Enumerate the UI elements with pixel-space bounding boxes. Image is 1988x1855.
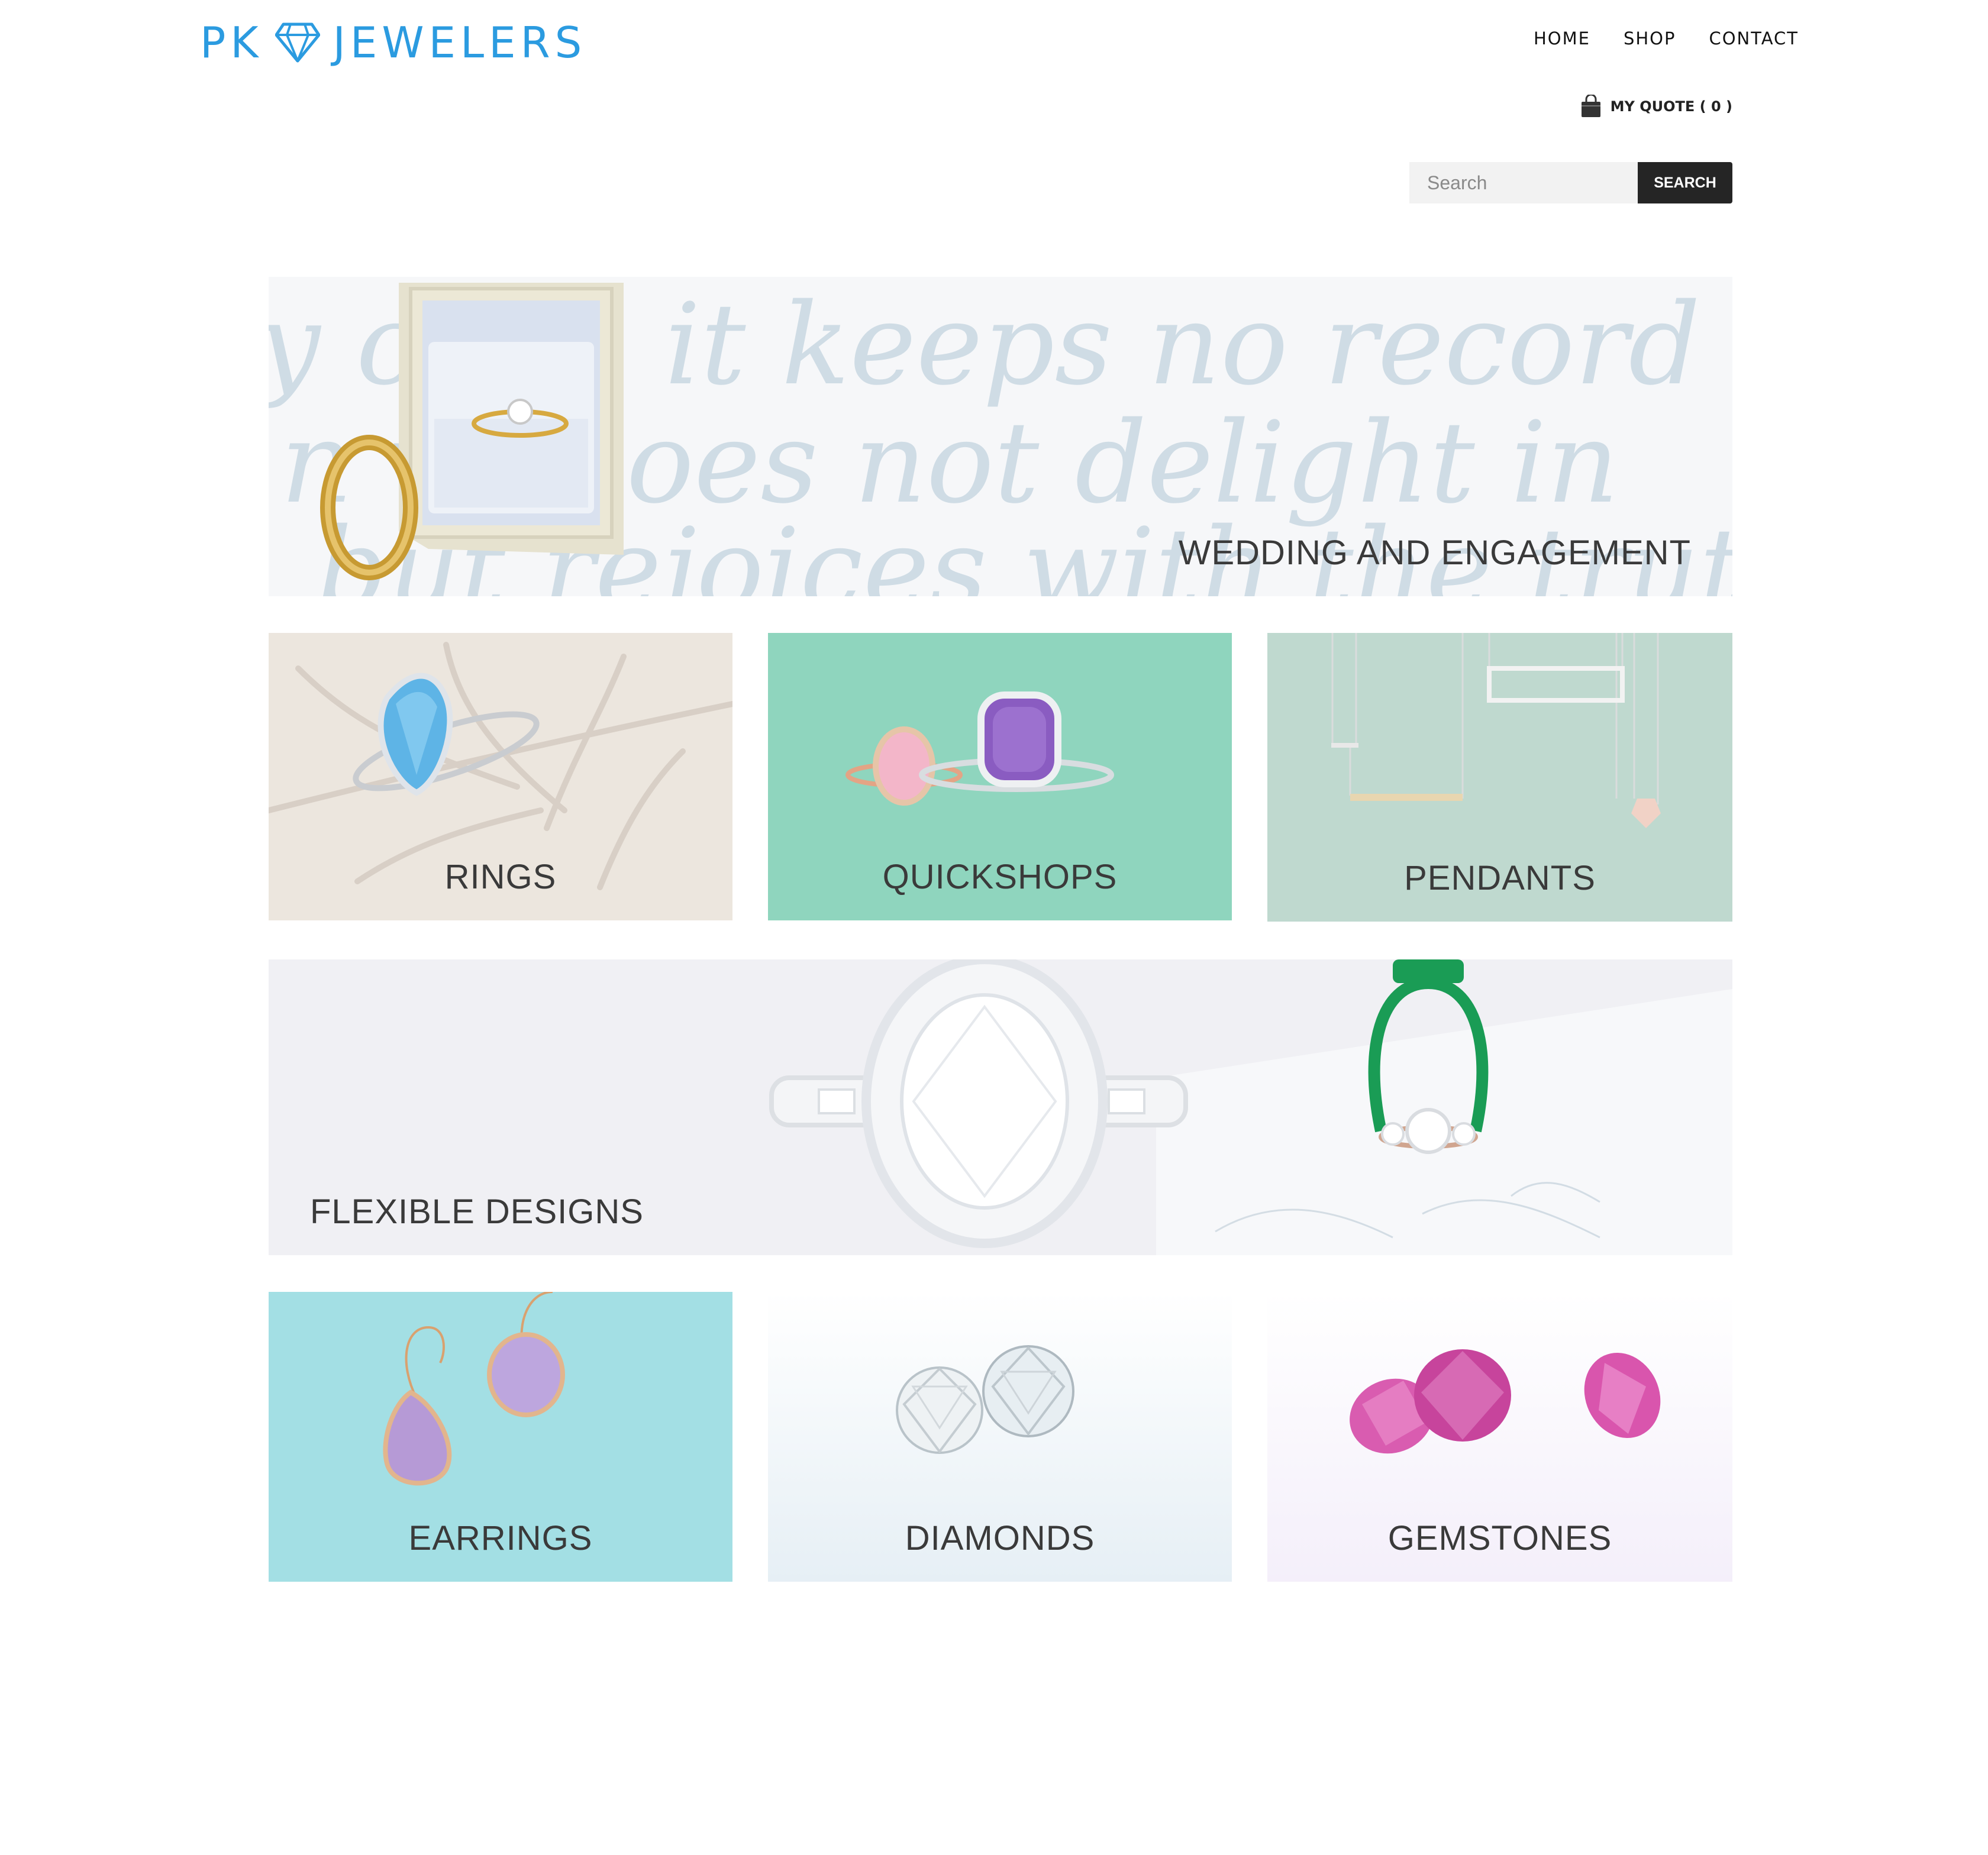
search-button[interactable]: SEARCH bbox=[1638, 162, 1732, 203]
main-nav: HOME SHOP CONTACT bbox=[1534, 28, 1799, 49]
wedding-engagement-label: WEDDING AND ENGAGEMENT bbox=[1178, 534, 1691, 572]
diamond-right bbox=[982, 1345, 1074, 1437]
flexible-designs-tile[interactable]: FLEXIBLE DESIGNS bbox=[269, 959, 1732, 1255]
shopping-bag-icon bbox=[1581, 95, 1600, 117]
gemstones-label: GEMSTONES bbox=[1387, 1519, 1612, 1557]
pendants-label: PENDANTS bbox=[1404, 859, 1596, 897]
earrings-label: EARRINGS bbox=[408, 1519, 593, 1557]
rings-tile[interactable]: RINGS bbox=[269, 633, 732, 920]
amethyst-earring-right bbox=[487, 1332, 565, 1417]
earrings-tile[interactable]: EARRINGS bbox=[269, 1292, 732, 1582]
quickshops-tile[interactable]: QUICKSHOPS bbox=[768, 633, 1232, 920]
my-quote-label: MY QUOTE ( 0 ) bbox=[1610, 98, 1732, 115]
logo-text-left: PK bbox=[200, 18, 263, 67]
search-input[interactable] bbox=[1409, 162, 1638, 203]
page: PK JEWELERS HOME SHOP CONTACT MY QUOTE (… bbox=[0, 0, 1988, 1855]
nav-home[interactable]: HOME bbox=[1534, 28, 1590, 49]
diamond-left bbox=[896, 1366, 983, 1454]
nav-contact[interactable]: CONTACT bbox=[1709, 28, 1799, 49]
flexible-designs-label: FLEXIBLE DESIGNS bbox=[310, 1192, 644, 1231]
search-form: SEARCH bbox=[1409, 162, 1732, 203]
rings-label: RINGS bbox=[444, 858, 557, 896]
nav-shop[interactable]: SHOP bbox=[1624, 28, 1676, 49]
diamonds-tile[interactable]: DIAMONDS bbox=[768, 1292, 1232, 1582]
pink-gem-center bbox=[1414, 1349, 1511, 1442]
wedding-engagement-tile[interactable]: y c ed, it keeps no record n ve does not… bbox=[269, 277, 1732, 596]
gemstones-tile[interactable]: GEMSTONES bbox=[1267, 1292, 1732, 1582]
diamond-icon bbox=[275, 22, 320, 63]
logo-text-right: JEWELERS bbox=[333, 18, 587, 67]
bar-pendant bbox=[1350, 794, 1463, 801]
diamonds-label: DIAMONDS bbox=[905, 1519, 1095, 1557]
logo[interactable]: PK JEWELERS bbox=[200, 18, 586, 67]
pendants-tile[interactable]: PENDANTS bbox=[1267, 633, 1732, 922]
my-quote-link[interactable]: MY QUOTE ( 0 ) bbox=[1580, 95, 1732, 118]
quickshops-label: QUICKSHOPS bbox=[882, 858, 1118, 896]
